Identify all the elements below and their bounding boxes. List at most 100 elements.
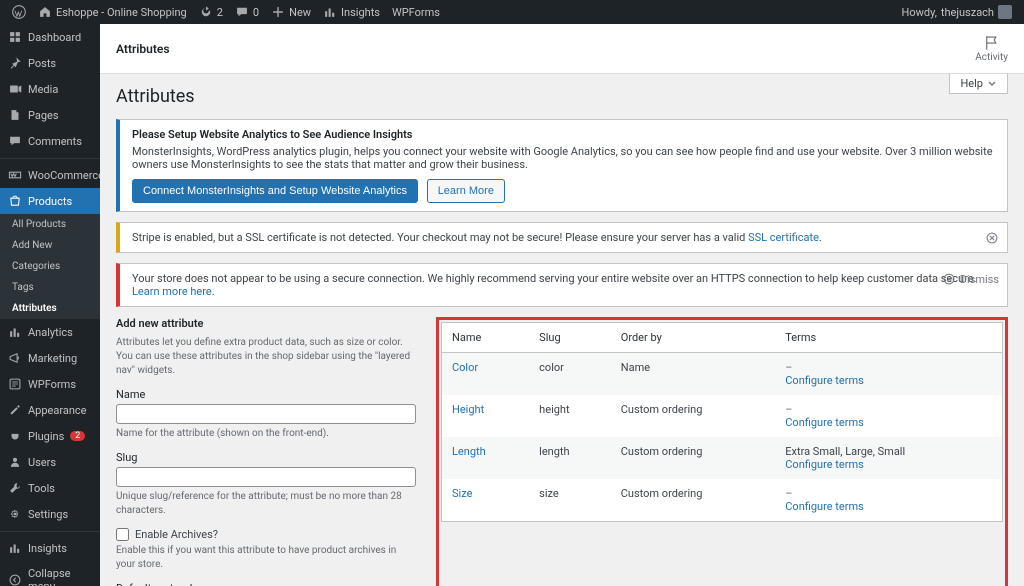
slug-input[interactable] <box>116 467 416 487</box>
sidebar-item-appearance[interactable]: Appearance <box>0 397 100 423</box>
notice-mi-body: MonsterInsights, WordPress analytics plu… <box>132 145 995 171</box>
refresh-icon <box>199 5 213 19</box>
table-row: HeightheightCustom ordering–Configure te… <box>442 395 1003 437</box>
notice-stripe-dismiss[interactable] <box>985 231 999 245</box>
table-row: ColorcolorName–Configure terms <box>442 353 1003 396</box>
site-name-link[interactable]: Eshoppe - Online Shopping <box>32 5 193 19</box>
page-icon <box>8 108 22 122</box>
notice-stripe-post: . <box>819 231 822 244</box>
attribute-name-link[interactable]: Size <box>452 487 472 500</box>
comments-link[interactable]: 0 <box>229 5 265 19</box>
attributes-table-wrapper: Name Slug Order by Terms ColorcolorName–… <box>436 317 1008 586</box>
sidebar-sub-tags[interactable]: Tags <box>0 277 100 298</box>
attribute-order: Name <box>611 353 776 396</box>
sidebar-item-products[interactable]: Products <box>0 188 100 214</box>
settings-icon <box>8 507 22 521</box>
attributes-table: Name Slug Order by Terms ColorcolorName–… <box>441 322 1003 522</box>
configure-terms-link[interactable]: Configure terms <box>785 458 864 471</box>
avatar <box>998 5 1012 19</box>
attribute-name-link[interactable]: Height <box>452 403 484 416</box>
admin-bar: Eshoppe - Online Shopping 2 0 New Insigh… <box>0 0 1024 24</box>
notice-ssl-body: Your store does not appear to be using a… <box>132 272 976 285</box>
sidebar-item-plugins[interactable]: Plugins2 <box>0 423 100 449</box>
ssl-certificate-link[interactable]: SSL certificate <box>748 231 819 244</box>
sidebar-item-wpforms[interactable]: WPForms <box>0 371 100 397</box>
attribute-name-link[interactable]: Length <box>452 445 486 458</box>
name-input[interactable] <box>116 404 416 424</box>
new-link[interactable]: New <box>265 5 317 19</box>
notice-ssl-dismiss[interactable]: Dismiss <box>942 272 999 286</box>
plugin-update-badge: 2 <box>70 431 85 441</box>
sidebar-item-label: Settings <box>28 508 68 521</box>
enable-archives-label: Enable Archives? <box>135 528 218 541</box>
product-icon <box>8 194 22 208</box>
sidebar-item-comments[interactable]: Comments <box>0 128 100 154</box>
help-tab[interactable]: Help <box>949 74 1008 94</box>
close-icon <box>985 231 999 245</box>
sidebar-item-settings[interactable]: Settings <box>0 501 100 527</box>
sidebar-item-analytics[interactable]: Analytics <box>0 319 100 345</box>
name-label: Name <box>116 388 416 401</box>
collapse-icon <box>8 573 22 586</box>
sidebar-item-label: Appearance <box>28 404 87 417</box>
wpforms-link[interactable]: WPForms <box>386 6 446 19</box>
form-heading: Add new attribute <box>116 317 416 330</box>
sidebar-item-label: Users <box>28 456 56 469</box>
attribute-order: Custom ordering <box>611 395 776 437</box>
sidebar-item-posts[interactable]: Posts <box>0 50 100 76</box>
plus-icon <box>271 5 285 19</box>
sidebar-sub-categories[interactable]: Categories <box>0 256 100 277</box>
configure-terms-link[interactable]: Configure terms <box>785 374 864 387</box>
wp-logo[interactable] <box>6 5 32 19</box>
sidebar-item-users[interactable]: Users <box>0 449 100 475</box>
wordpress-icon <box>12 5 26 19</box>
sidebar-item-label: Posts <box>28 57 56 70</box>
sidebar-item-media[interactable]: Media <box>0 76 100 102</box>
account-link[interactable]: Howdy, thejuszach <box>895 5 1018 19</box>
page-titlebar: Attributes Activity <box>100 24 1024 74</box>
attribute-order: Custom ordering <box>611 479 776 522</box>
sidebar-item-marketing[interactable]: Marketing <box>0 345 100 371</box>
collapse-menu[interactable]: Collapse menu <box>0 561 100 586</box>
learn-more-link[interactable]: Learn more here. <box>132 285 215 298</box>
collapse-label: Collapse menu <box>28 567 92 586</box>
terms-empty: – <box>785 403 792 416</box>
sidebar-item-label: Insights <box>28 542 67 555</box>
chevron-down-icon <box>987 79 997 89</box>
sidebar-item-pages[interactable]: Pages <box>0 102 100 128</box>
sidebar-item-tools[interactable]: Tools <box>0 475 100 501</box>
notice-mi-heading: Please Setup Website Analytics to See Au… <box>132 128 995 141</box>
attribute-name-link[interactable]: Color <box>452 361 478 374</box>
new-label: New <box>289 6 311 19</box>
sidebar-item-dashboard[interactable]: Dashboard <box>0 24 100 50</box>
brush-icon <box>8 403 22 417</box>
sidebar-item-label: WPForms <box>28 378 76 391</box>
close-icon <box>942 272 956 286</box>
notice-monsterinsights: Please Setup Website Analytics to See Au… <box>116 119 1008 212</box>
sidebar-item-woocommerce[interactable]: WooCommerce <box>0 162 100 188</box>
help-label: Help <box>960 77 983 90</box>
sidebar-item-label: Dashboard <box>28 31 81 44</box>
terms-text: Extra Small, Large, Small <box>785 445 905 458</box>
page-title: Attributes <box>116 86 1008 107</box>
connect-monsterinsights-button[interactable]: Connect MonsterInsights and Setup Websit… <box>132 179 418 203</box>
enable-archives-help: Enable this if you want this attribute t… <box>116 544 416 572</box>
insights-link[interactable]: Insights <box>317 5 386 19</box>
activity-button[interactable]: Activity <box>975 34 1008 63</box>
sidebar-sub-add-new[interactable]: Add New <box>0 235 100 256</box>
add-attribute-form: Add new attribute Attributes let you def… <box>116 317 416 586</box>
enable-archives-checkbox[interactable] <box>116 528 129 541</box>
configure-terms-link[interactable]: Configure terms <box>785 500 864 513</box>
media-icon <box>8 82 22 96</box>
learn-more-button[interactable]: Learn More <box>427 179 505 203</box>
attribute-slug: length <box>529 437 611 479</box>
updates-link[interactable]: 2 <box>193 5 229 19</box>
sidebar-sub-all-products[interactable]: All Products <box>0 214 100 235</box>
insights-label: Insights <box>341 6 380 19</box>
th-slug: Slug <box>529 323 611 353</box>
sidebar-sub-attributes[interactable]: Attributes <box>0 298 100 319</box>
notice-stripe-pre: Stripe is enabled, but a SSL certificate… <box>132 231 748 244</box>
sidebar-item-insights[interactable]: Insights <box>0 535 100 561</box>
sidebar-item-label: WooCommerce <box>28 169 100 182</box>
configure-terms-link[interactable]: Configure terms <box>785 416 864 429</box>
